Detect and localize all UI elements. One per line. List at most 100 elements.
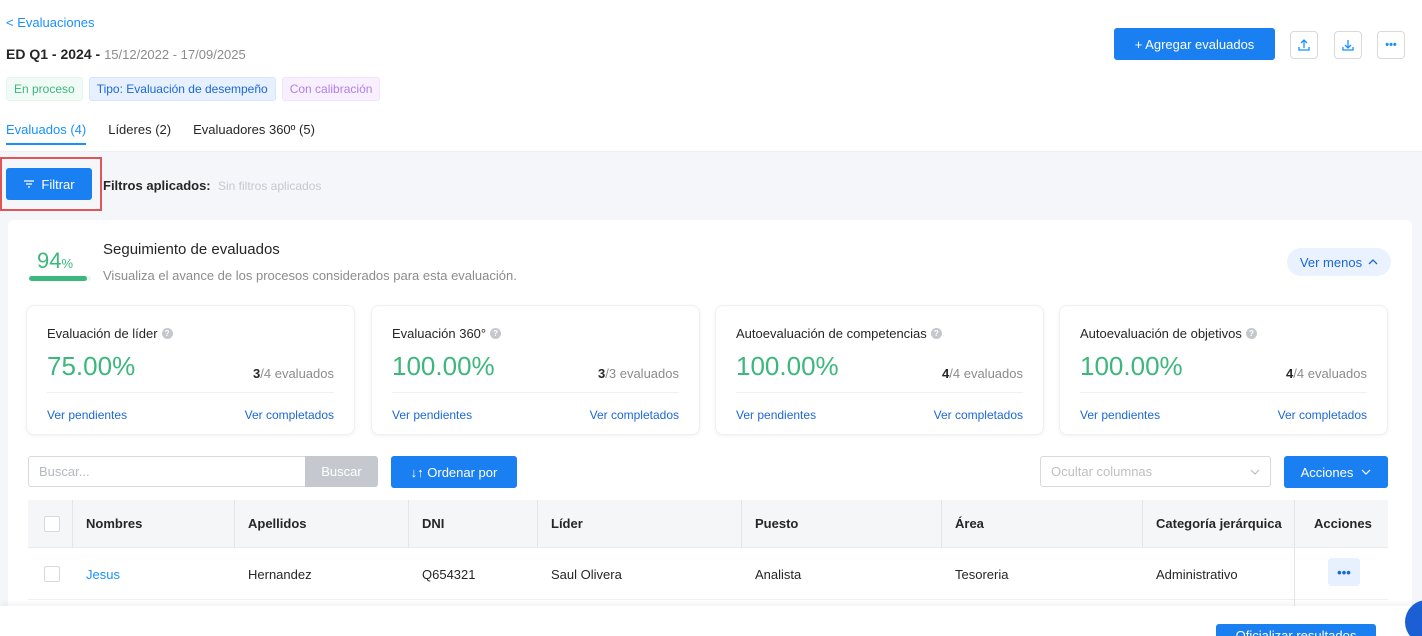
column-divider: [741, 500, 742, 548]
row-actions-button[interactable]: •••: [1328, 558, 1360, 586]
cell-area: Tesoreria: [955, 567, 1009, 582]
column-header-dni[interactable]: DNI: [422, 516, 444, 531]
tab-bar: Evaluados (4) Líderes (2) Evaluadores 36…: [6, 122, 315, 145]
tab-evaluadores-360[interactable]: Evaluadores 360º (5): [193, 122, 315, 145]
stat-count: 3/3 evaluados: [598, 366, 679, 381]
actions-dropdown-button[interactable]: Acciones: [1284, 456, 1388, 488]
cell-apellidos: Hernandez: [248, 567, 312, 582]
view-completed-link[interactable]: Ver completados: [590, 408, 679, 422]
column-header-nombres[interactable]: Nombres: [86, 516, 142, 531]
stat-card-lider: Evaluación de líder? 75.00% 3/4 evaluado…: [26, 305, 355, 435]
view-pending-link[interactable]: Ver pendientes: [1080, 408, 1160, 422]
status-badge: En proceso: [6, 77, 83, 101]
stat-divider: [392, 392, 679, 393]
filter-highlight-outline: [0, 157, 102, 211]
column-divider: [234, 500, 235, 548]
stat-title: Autoevaluación de objetivos?: [1080, 326, 1257, 341]
chevron-down-icon: [1361, 469, 1371, 475]
actions-dropdown-label: Acciones: [1300, 464, 1354, 480]
tab-evaluados[interactable]: Evaluados (4): [6, 122, 87, 145]
view-pending-link[interactable]: Ver pendientes: [736, 408, 816, 422]
evaluation-title: ED Q1 - 2024 - 15/12/2022 - 17/09/2025: [6, 46, 246, 62]
type-badge: Tipo: Evaluación de desempeño: [88, 77, 276, 101]
view-completed-link[interactable]: Ver completados: [934, 408, 1023, 422]
stat-divider: [736, 392, 1023, 393]
actions-column-separator: [1294, 500, 1295, 606]
stat-title: Evaluación 360°?: [392, 326, 502, 341]
row-checkbox[interactable]: [44, 566, 60, 582]
hide-columns-placeholder: Ocultar columnas: [1051, 464, 1153, 479]
table-header: Nombres Apellidos DNI Líder Puesto Área …: [28, 500, 1388, 548]
cell-dni: Q654321: [422, 567, 476, 582]
view-pending-link[interactable]: Ver pendientes: [392, 408, 472, 422]
column-divider: [537, 500, 538, 548]
more-options-button[interactable]: •••: [1377, 31, 1405, 59]
table-row[interactable]: Jesus Hernandez Q654321 Saul Olivera Ana…: [28, 548, 1388, 600]
collapse-toggle-button[interactable]: Ver menos: [1287, 248, 1391, 276]
percent-sign: %: [61, 256, 74, 271]
stat-title-text: Autoevaluación de objetivos: [1080, 326, 1242, 341]
back-link[interactable]: < Evaluaciones: [6, 15, 95, 30]
stat-title-text: Autoevaluación de competencias: [736, 326, 927, 341]
tracking-subtitle: Visualiza el avance de los procesos cons…: [103, 268, 517, 283]
stat-percentage: 100.00%: [392, 351, 495, 381]
upload-button[interactable]: [1290, 31, 1318, 59]
tracking-title: Seguimiento de evaluados: [103, 241, 280, 258]
stat-card-objetivos: Autoevaluación de objetivos? 100.00% 4/4…: [1059, 305, 1388, 435]
stat-title-text: Evaluación 360°: [392, 326, 487, 341]
overall-percentage: 94%: [37, 248, 73, 274]
sort-button[interactable]: ↓↑ Ordenar por: [391, 456, 517, 488]
evaluation-dates: 15/12/2022 - 17/09/2025: [104, 47, 246, 62]
collapse-toggle-label: Ver menos: [1299, 254, 1363, 270]
stat-total: /4 evaluados: [260, 366, 334, 381]
chevron-up-icon: [1368, 259, 1378, 265]
cell-nombres[interactable]: Jesus: [86, 567, 120, 582]
column-divider: [1142, 500, 1143, 548]
upload-icon: [1298, 39, 1310, 51]
page-header: < Evaluaciones ED Q1 - 2024 - 15/12/2022…: [0, 0, 1422, 152]
chevron-down-icon: [1250, 469, 1260, 475]
hide-columns-select[interactable]: Ocultar columnas: [1040, 456, 1271, 487]
stat-total: /3 evaluados: [605, 366, 679, 381]
overall-progress-fill: [29, 276, 88, 281]
column-header-categoria[interactable]: Categoría jerárquica: [1156, 516, 1282, 531]
stat-percentage: 100.00%: [736, 351, 839, 381]
column-header-lider[interactable]: Líder: [551, 516, 583, 531]
column-header-acciones: Acciones: [1314, 516, 1372, 531]
view-completed-link[interactable]: Ver completados: [1278, 408, 1367, 422]
stat-count: 4/4 evaluados: [1286, 366, 1367, 381]
select-all-checkbox[interactable]: [44, 516, 60, 532]
tab-lideres[interactable]: Líderes (2): [108, 122, 171, 145]
stat-title-text: Evaluación de líder: [47, 326, 158, 341]
column-divider: [408, 500, 409, 548]
stat-total: /4 evaluados: [1293, 366, 1367, 381]
overall-percentage-value: 94: [37, 248, 62, 273]
footer-bar: [0, 606, 1422, 636]
search-input[interactable]: [28, 456, 306, 487]
info-icon[interactable]: ?: [161, 328, 173, 339]
view-completed-link[interactable]: Ver completados: [245, 408, 334, 422]
officialize-results-button[interactable]: Oficializar resultados: [1216, 624, 1376, 636]
stat-percentage: 100.00%: [1080, 351, 1183, 381]
stat-count: 4/4 evaluados: [942, 366, 1023, 381]
download-button[interactable]: [1334, 31, 1362, 59]
applied-filters-value: Sin filtros aplicados: [218, 179, 322, 193]
info-icon[interactable]: ?: [1245, 328, 1257, 339]
add-evaluados-button[interactable]: + Agregar evaluados: [1114, 28, 1275, 60]
stat-total: /4 evaluados: [949, 366, 1023, 381]
column-header-area[interactable]: Área: [955, 516, 984, 531]
column-divider: [72, 500, 73, 548]
stat-title: Autoevaluación de competencias?: [736, 326, 942, 341]
title-separator: -: [91, 46, 105, 62]
stat-divider: [1080, 392, 1367, 393]
search-button[interactable]: Buscar: [305, 456, 378, 487]
calibration-badge: Con calibración: [281, 77, 381, 101]
column-header-apellidos[interactable]: Apellidos: [248, 516, 307, 531]
stat-card-competencias: Autoevaluación de competencias? 100.00% …: [715, 305, 1044, 435]
view-pending-link[interactable]: Ver pendientes: [47, 408, 127, 422]
status-tags: En proceso Tipo: Evaluación de desempeño…: [6, 77, 381, 101]
info-icon[interactable]: ?: [490, 328, 502, 339]
column-header-puesto[interactable]: Puesto: [755, 516, 798, 531]
overall-progress-bar: [29, 276, 91, 281]
info-icon[interactable]: ?: [930, 328, 942, 339]
